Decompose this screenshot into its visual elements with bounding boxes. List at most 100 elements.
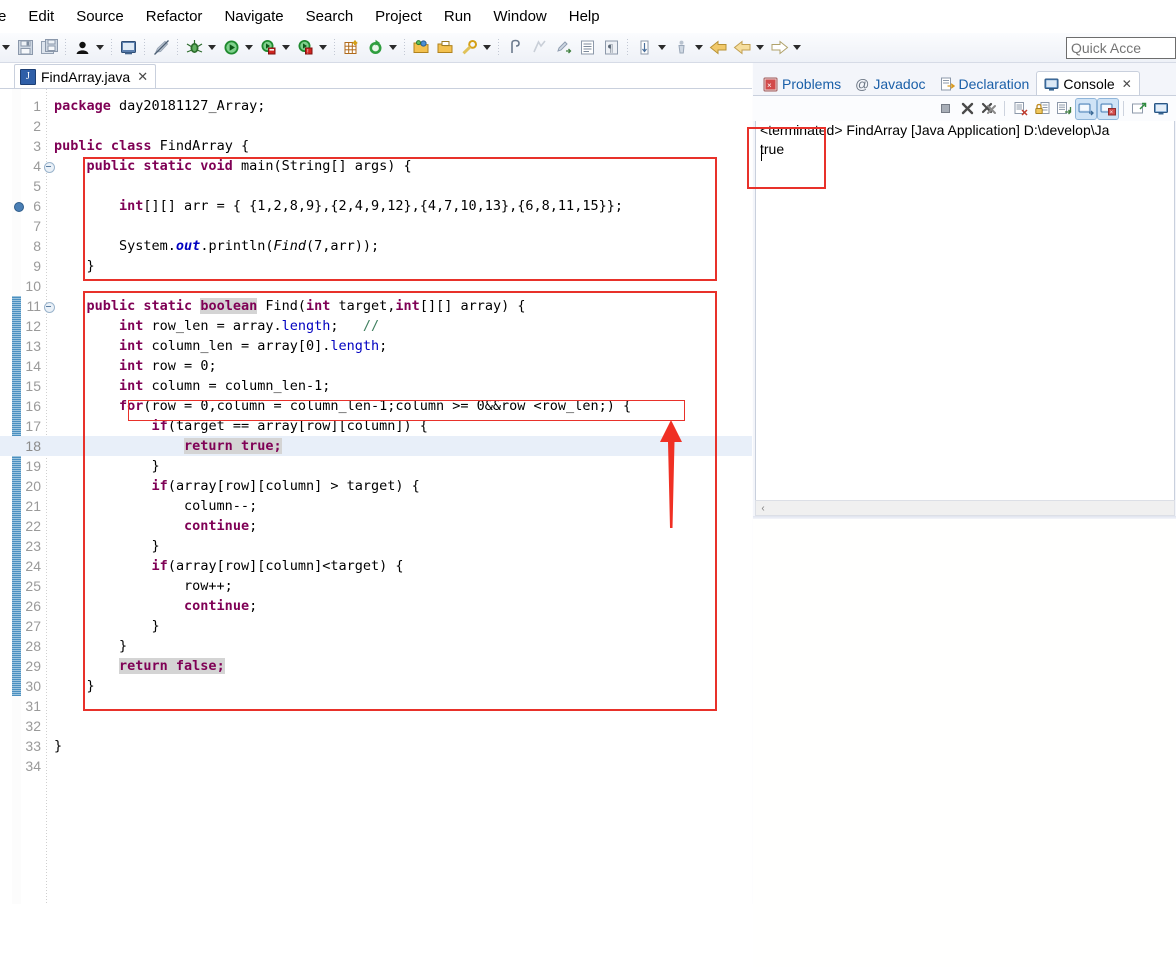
code-line[interactable]: 22 continue; — [0, 516, 752, 536]
scroll-lock-icon[interactable] — [1032, 99, 1052, 119]
refresh-icon[interactable] — [364, 37, 386, 59]
tab-problems[interactable]: × Problems — [756, 72, 848, 96]
code-line[interactable]: 17 if(target == array[row][column]) { — [0, 416, 752, 436]
code-editor[interactable]: 1 package day20181127_Array; 2 3 public clas… — [0, 89, 752, 904]
show-console-on-error-icon[interactable]: × — [1097, 97, 1119, 120]
code-line[interactable]: 20 if(array[row][column] > target) { — [0, 476, 752, 496]
back-icon[interactable] — [707, 37, 729, 59]
code-line[interactable]: 26 continue; — [0, 596, 752, 616]
code-line[interactable]: 3 public class FindArray { — [0, 136, 752, 156]
menu-refactor[interactable]: Refactor — [135, 6, 214, 27]
refresh-caret-icon[interactable] — [387, 37, 399, 59]
console-horizontal-scrollbar[interactable]: ‹ — [755, 500, 1175, 516]
forward-history-icon[interactable] — [731, 37, 753, 59]
code-line[interactable]: 21 column--; — [0, 496, 752, 516]
mark-occurrences-caret-icon[interactable] — [656, 37, 668, 59]
search-icon[interactable] — [458, 37, 480, 59]
code-line[interactable]: 9 } — [0, 256, 752, 276]
new-java-class-icon[interactable] — [117, 37, 139, 59]
code-line[interactable]: 2 — [0, 116, 752, 136]
open-type-icon[interactable] — [410, 37, 432, 59]
code-line[interactable]: 10 — [0, 276, 752, 296]
menu-edit[interactable]: Edit — [17, 6, 65, 27]
toolbar-overflow-caret[interactable] — [0, 37, 12, 59]
code-line[interactable]: 4 public static void main(String[] args)… — [0, 156, 752, 176]
display-selected-console-icon[interactable] — [1151, 99, 1171, 119]
forward-caret-icon[interactable] — [791, 37, 803, 59]
person-marker-icon[interactable] — [670, 37, 692, 59]
code-line[interactable]: 8 System.out.println(Find(7,arr)); — [0, 236, 752, 256]
menu-run[interactable]: Run — [433, 6, 483, 27]
code-line[interactable]: 16 for(row = 0,column = column_len-1;col… — [0, 396, 752, 416]
debug-caret-icon[interactable] — [206, 37, 218, 59]
menu-file-clipped[interactable]: e — [0, 6, 17, 27]
menu-help[interactable]: Help — [558, 6, 611, 27]
console-output[interactable]: <terminated> FindArray [Java Application… — [755, 121, 1175, 504]
save-all-icon[interactable] — [38, 37, 60, 59]
code-line[interactable]: 6 int[][] arr = { {1,2,8,9},{2,4,9,12},{… — [0, 196, 752, 216]
toggle-mark-occurrences-icon[interactable] — [633, 37, 655, 59]
run-last-caret-icon[interactable] — [280, 37, 292, 59]
remove-launch-icon[interactable] — [957, 99, 977, 119]
code-line[interactable]: 7 — [0, 216, 752, 236]
terminate-icon[interactable] — [935, 99, 955, 119]
code-line[interactable]: 12 int row_len = array.length; // — [0, 316, 752, 336]
skip-breakpoints-caret-icon[interactable] — [94, 37, 106, 59]
code-line[interactable]: 19 } — [0, 456, 752, 476]
tab-javadoc[interactable]: @ Javadoc — [848, 72, 932, 96]
code-line[interactable]: 18 return true; — [0, 436, 752, 456]
tab-declaration[interactable]: Declaration — [933, 72, 1037, 96]
close-icon[interactable]: ✕ — [137, 69, 148, 85]
code-line[interactable]: 1 package day20181127_Array; — [0, 96, 752, 116]
menu-navigate[interactable]: Navigate — [213, 6, 294, 27]
run-icon[interactable] — [220, 37, 242, 59]
menu-project[interactable]: Project — [364, 6, 433, 27]
debug-icon[interactable] — [183, 37, 205, 59]
code-line[interactable]: 30 } — [0, 676, 752, 696]
code-line[interactable]: 25 row++; — [0, 576, 752, 596]
remove-all-terminated-icon[interactable] — [979, 99, 999, 119]
forward-icon[interactable] — [768, 37, 790, 59]
code-line[interactable]: 13 int column_len = array[0].length; — [0, 336, 752, 356]
open-task-icon[interactable] — [434, 37, 456, 59]
code-line[interactable]: 28 } — [0, 636, 752, 656]
save-icon[interactable] — [14, 37, 36, 59]
pilcrow-icon[interactable]: ¶ — [600, 37, 622, 59]
clear-console-icon[interactable] — [1010, 99, 1030, 119]
external-tools-caret-icon[interactable] — [317, 37, 329, 59]
code-line[interactable]: 34 — [0, 756, 752, 776]
pin-console-icon[interactable] — [1129, 99, 1149, 119]
menu-window[interactable]: Window — [482, 6, 557, 27]
code-line[interactable]: 24 if(array[row][column]<target) { — [0, 556, 752, 576]
breakpoint-marker-icon[interactable] — [14, 202, 24, 212]
code-line[interactable]: 14 int row = 0; — [0, 356, 752, 376]
external-tools-icon[interactable]: ! — [294, 37, 316, 59]
quick-access-input[interactable] — [1066, 37, 1176, 59]
back-caret-icon[interactable] — [754, 37, 766, 59]
tab-console[interactable]: Console ✕ — [1036, 71, 1140, 96]
previous-annotation-icon[interactable] — [504, 37, 526, 59]
run-last-tool-icon[interactable] — [257, 37, 279, 59]
code-line[interactable]: 5 — [0, 176, 752, 196]
code-line[interactable]: 23 } — [0, 536, 752, 556]
code-line[interactable]: 31 — [0, 696, 752, 716]
code-line[interactable]: 29 return false; — [0, 656, 752, 676]
scroll-left-icon[interactable]: ‹ — [756, 503, 770, 514]
menu-source[interactable]: Source — [65, 6, 135, 27]
next-annotation-icon[interactable] — [528, 37, 550, 59]
code-line[interactable]: 15 int column = column_len-1; — [0, 376, 752, 396]
close-icon[interactable]: ✕ — [1122, 77, 1132, 91]
show-console-on-output-icon[interactable] — [1075, 97, 1097, 120]
search-caret-icon[interactable] — [481, 37, 493, 59]
word-wrap-icon[interactable] — [1054, 99, 1074, 119]
person-marker-caret-icon[interactable] — [693, 37, 705, 59]
code-line[interactable]: 27 } — [0, 616, 752, 636]
run-caret-icon[interactable] — [243, 37, 255, 59]
last-edit-location-icon[interactable] — [552, 37, 574, 59]
code-line[interactable]: 33} — [0, 736, 752, 756]
show-whitespace-icon[interactable] — [576, 37, 598, 59]
disabled-pen-icon[interactable] — [150, 37, 172, 59]
menu-search[interactable]: Search — [295, 6, 365, 27]
skip-breakpoints-icon[interactable] — [71, 37, 93, 59]
editor-tab-findarray[interactable]: J FindArray.java ✕ — [14, 64, 157, 89]
